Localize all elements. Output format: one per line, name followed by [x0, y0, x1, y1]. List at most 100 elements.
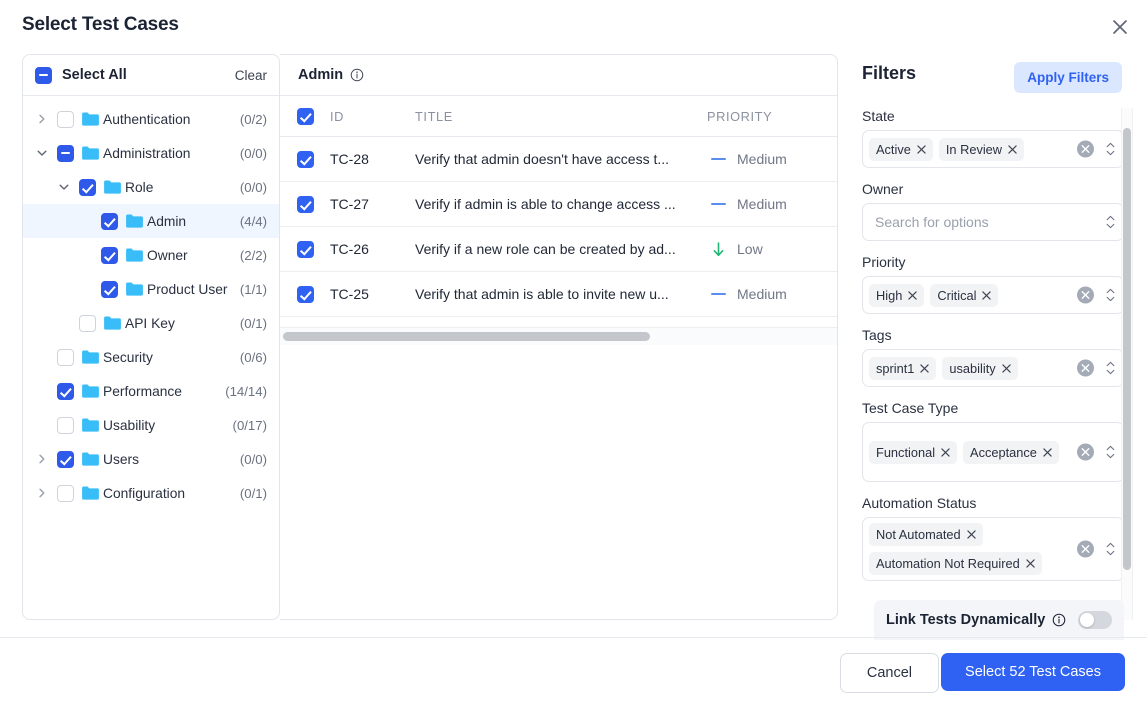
folder-icon [77, 350, 103, 364]
table-row[interactable]: TC-26Verify if a new role can be created… [280, 227, 837, 272]
tree-item-checkbox[interactable] [97, 213, 121, 230]
tree-item-count: (0/0) [232, 180, 267, 195]
filter-field[interactable]: Active In Review [862, 130, 1124, 168]
filter-chip[interactable]: Active [869, 138, 933, 161]
tree-item-checkbox[interactable] [53, 145, 77, 162]
filter-chip[interactable]: In Review [939, 138, 1024, 161]
remove-chip-icon[interactable] [1008, 145, 1017, 154]
filter-field[interactable]: Search for options [862, 203, 1124, 241]
table-row[interactable]: TC-25Verify that admin is able to invite… [280, 272, 837, 317]
clear-filter-icon[interactable] [1077, 541, 1094, 558]
tree-item-configuration[interactable]: Configuration(0/1) [23, 476, 279, 510]
clear-filter-icon[interactable] [1077, 287, 1094, 304]
remove-chip-icon[interactable] [1026, 559, 1035, 568]
info-icon[interactable] [1052, 613, 1066, 627]
stepper-icon[interactable] [1106, 446, 1115, 459]
filter-chip[interactable]: Critical [930, 284, 998, 307]
filter-field[interactable]: sprint1 usability [862, 349, 1124, 387]
remove-chip-icon[interactable] [982, 291, 991, 300]
filter-chip[interactable]: Functional [869, 441, 957, 464]
stepper-icon[interactable] [1106, 543, 1115, 556]
tree-item-checkbox[interactable] [97, 281, 121, 298]
tree-item-checkbox[interactable] [53, 383, 77, 400]
clear-button[interactable]: Clear [235, 68, 267, 83]
stepper-icon[interactable] [1106, 216, 1115, 229]
tree-item-admin[interactable]: Admin(4/4) [23, 204, 279, 238]
tree-item-checkbox[interactable] [53, 417, 77, 434]
filter-chip[interactable]: Automation Not Required [869, 552, 1042, 575]
table-row[interactable]: TC-27Verify if admin is able to change a… [280, 182, 837, 227]
chevron-down-icon[interactable] [53, 182, 75, 192]
chevron-down-icon[interactable] [31, 148, 53, 158]
tree-item-label: Product User [147, 282, 228, 297]
remove-chip-icon[interactable] [1043, 448, 1052, 457]
info-icon[interactable] [350, 68, 364, 82]
filter-chip[interactable]: Not Automated [869, 523, 983, 546]
tree-item-checkbox[interactable] [53, 111, 77, 128]
remove-chip-icon[interactable] [917, 145, 926, 154]
remove-chip-icon[interactable] [908, 291, 917, 300]
remove-chip-icon[interactable] [1002, 364, 1011, 373]
tree-item-usability[interactable]: Usability(0/17) [23, 408, 279, 442]
tree-item-checkbox[interactable] [53, 485, 77, 502]
tree-item-users[interactable]: Users(0/0) [23, 442, 279, 476]
filter-chip[interactable]: usability [942, 357, 1017, 380]
row-title: Verify that admin is able to invite new … [415, 286, 707, 302]
folder-icon [77, 146, 103, 160]
clear-filter-icon[interactable] [1077, 444, 1094, 461]
chevron-right-icon[interactable] [31, 114, 53, 124]
row-checkbox[interactable] [280, 151, 330, 168]
stepper-icon[interactable] [1106, 362, 1115, 375]
tree-item-checkbox[interactable] [97, 247, 121, 264]
remove-chip-icon[interactable] [967, 530, 976, 539]
tree-item-administration[interactable]: Administration(0/0) [23, 136, 279, 170]
horizontal-scrollbar-thumb[interactable] [283, 332, 650, 341]
tree-item-api-key[interactable]: API Key(0/1) [23, 306, 279, 340]
chevron-right-icon[interactable] [31, 488, 53, 498]
row-priority: Low [707, 241, 837, 257]
filter-chip-label: High [876, 288, 902, 303]
tree-item-owner[interactable]: Owner(2/2) [23, 238, 279, 272]
chevron-right-icon[interactable] [31, 454, 53, 464]
row-checkbox[interactable] [280, 241, 330, 258]
select-test-cases-button[interactable]: Select 52 Test Cases [941, 653, 1125, 691]
stepper-icon[interactable] [1106, 289, 1115, 302]
link-tests-dynamically-toggle[interactable] [1078, 611, 1112, 629]
filter-field[interactable]: Functional Acceptance [862, 422, 1124, 482]
filter-placeholder[interactable]: Search for options [869, 214, 1117, 230]
column-header-priority[interactable]: PRIORITY [707, 109, 837, 124]
row-checkbox[interactable] [280, 196, 330, 213]
filter-chip[interactable]: Acceptance [963, 441, 1059, 464]
remove-chip-icon[interactable] [920, 364, 929, 373]
filter-chip[interactable]: sprint1 [869, 357, 936, 380]
clear-filter-icon[interactable] [1077, 360, 1094, 377]
filters-vertical-scrollbar-thumb[interactable] [1123, 128, 1131, 570]
remove-chip-icon[interactable] [941, 448, 950, 457]
column-header-title[interactable]: TITLE [415, 109, 707, 124]
tree-item-authentication[interactable]: Authentication(0/2) [23, 102, 279, 136]
table-select-all-checkbox[interactable] [280, 108, 330, 125]
tree-item-security[interactable]: Security(0/6) [23, 340, 279, 374]
horizontal-scrollbar[interactable] [280, 327, 837, 345]
tree-item-checkbox[interactable] [53, 451, 77, 468]
clear-filter-icon[interactable] [1077, 141, 1094, 158]
apply-filters-button[interactable]: Apply Filters [1014, 62, 1122, 93]
close-icon[interactable] [1107, 14, 1133, 40]
filter-chip[interactable]: High [869, 284, 924, 307]
row-checkbox[interactable] [280, 286, 330, 303]
tree-item-checkbox[interactable] [75, 315, 99, 332]
column-header-id[interactable]: ID [330, 109, 415, 124]
tree-item-checkbox[interactable] [53, 349, 77, 366]
cancel-button[interactable]: Cancel [840, 653, 939, 693]
tree-item-product-user[interactable]: Product User(1/1) [23, 272, 279, 306]
row-title: Verify if a new role can be created by a… [415, 241, 707, 257]
row-priority: Medium [707, 196, 837, 212]
stepper-icon[interactable] [1106, 143, 1115, 156]
tree-item-role[interactable]: Role(0/0) [23, 170, 279, 204]
tree-item-performance[interactable]: Performance(14/14) [23, 374, 279, 408]
filter-field[interactable]: High Critical [862, 276, 1124, 314]
tree-item-checkbox[interactable] [75, 179, 99, 196]
select-all-checkbox[interactable] [35, 67, 52, 84]
table-row[interactable]: TC-28Verify that admin doesn't have acce… [280, 137, 837, 182]
filter-field[interactable]: Not Automated Automation Not Required [862, 517, 1124, 581]
